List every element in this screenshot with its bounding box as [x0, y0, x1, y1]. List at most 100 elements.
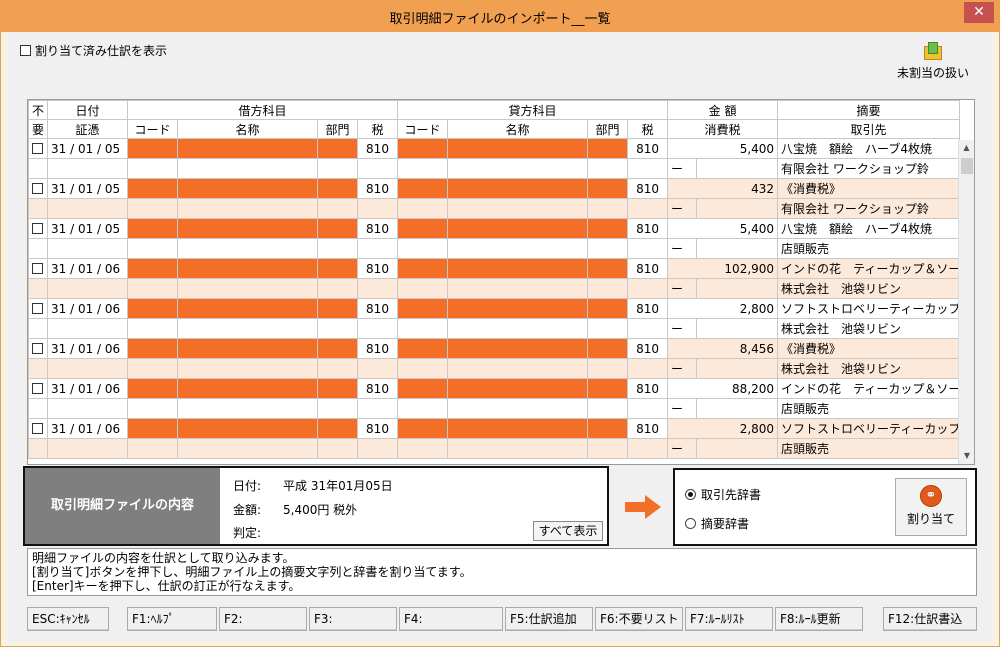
- checkbox-icon[interactable]: [32, 182, 43, 194]
- row-credit-code[interactable]: [397, 378, 449, 399]
- table-row[interactable]: 31 / 01 / 068108102,800ソフトストロベリーティーカップ＆ソ: [28, 298, 961, 319]
- row-debit-dept[interactable]: [317, 298, 358, 319]
- row-credit-name[interactable]: [447, 258, 589, 279]
- row-debit-dept[interactable]: [317, 258, 358, 279]
- f12-write-entries-button[interactable]: F12:仕訳書込: [883, 607, 977, 631]
- row-debit-code[interactable]: [127, 338, 178, 359]
- row-unnecessary-checkbox[interactable]: [28, 378, 48, 399]
- journal-grid[interactable]: 不 日付 借方科目 貸方科目 金 額 摘要 要 証憑 コード 名称 部門 税 コ…: [27, 99, 975, 465]
- checkbox-icon[interactable]: [32, 142, 43, 154]
- row-credit-name[interactable]: [447, 378, 589, 399]
- table-row[interactable]: 31 / 01 / 05 810 810 432 《消費税》: [28, 178, 961, 199]
- row-debit-name[interactable]: [177, 258, 318, 279]
- title-bar[interactable]: 取引明細ファイルのインポート__一覧 ✕: [1, 1, 999, 32]
- row-debit-dept[interactable]: [317, 338, 358, 359]
- checkbox-icon[interactable]: [32, 302, 43, 314]
- row-debit-dept[interactable]: [317, 178, 358, 199]
- row-debit-name[interactable]: [177, 298, 318, 319]
- table-row[interactable]: 31 / 01 / 05 810 810 5,400 八宝焼 額絵 ハーブ4枚焼: [28, 138, 961, 159]
- f4-button[interactable]: F4:: [399, 607, 503, 631]
- row-unnecessary-checkbox[interactable]: [28, 258, 48, 279]
- row-debit-name[interactable]: [177, 138, 318, 159]
- f8-rule-update-button[interactable]: F8:ﾙｰﾙ更新: [775, 607, 863, 631]
- scroll-thumb[interactable]: [961, 158, 973, 174]
- row-credit-code[interactable]: [397, 178, 449, 199]
- checkbox-icon[interactable]: [20, 45, 31, 56]
- row-credit-dept[interactable]: [587, 338, 629, 359]
- row-credit-code[interactable]: [397, 298, 449, 319]
- row-credit-dept[interactable]: [587, 418, 629, 439]
- row-credit-dept[interactable]: [587, 138, 629, 159]
- table-row[interactable]: 31 / 01 / 06 810 810 8,456 《消費税》: [28, 338, 961, 359]
- table-row-sub[interactable]: ー 株式会社 池袋リビン: [28, 318, 961, 339]
- row-debit-code[interactable]: [127, 418, 178, 439]
- row-debit-code[interactable]: [127, 178, 178, 199]
- row-credit-dept[interactable]: [587, 218, 629, 239]
- table-row[interactable]: 31 / 01 / 05 810 810 5,400 八宝焼 額絵 ハーブ4枚焼: [28, 218, 961, 239]
- table-row-sub[interactable]: ー 店頭販売: [28, 238, 961, 259]
- f7-rule-list-button[interactable]: F7:ﾙｰﾙﾘｽﾄ: [685, 607, 773, 631]
- row-debit-dept[interactable]: [317, 378, 358, 399]
- radio-selected-icon[interactable]: [685, 489, 696, 500]
- row-unnecessary-checkbox[interactable]: [28, 418, 48, 439]
- close-button[interactable]: ✕: [964, 2, 994, 23]
- summary-dict-radio[interactable]: 摘要辞書: [685, 515, 749, 532]
- table-row-sub[interactable]: ー 株式会社 池袋リビン: [28, 278, 961, 299]
- partner-dict-radio[interactable]: 取引先辞書: [685, 486, 761, 503]
- radio-unselected-icon[interactable]: [685, 518, 696, 529]
- row-debit-name[interactable]: [177, 418, 318, 439]
- checkbox-icon[interactable]: [32, 262, 43, 274]
- row-credit-dept[interactable]: [587, 378, 629, 399]
- row-unnecessary-checkbox[interactable]: [28, 178, 48, 199]
- row-unnecessary-checkbox[interactable]: [28, 138, 48, 159]
- row-unnecessary-checkbox[interactable]: [28, 218, 48, 239]
- f5-add-entry-button[interactable]: F5:仕訳追加: [505, 607, 593, 631]
- table-row-sub[interactable]: ー 株式会社 池袋リビン: [28, 358, 961, 379]
- checkbox-icon[interactable]: [32, 222, 43, 234]
- unassigned-handling-button[interactable]: 未割当の扱い: [888, 42, 978, 81]
- row-credit-code[interactable]: [397, 338, 449, 359]
- show-all-button[interactable]: すべて表示: [533, 521, 603, 541]
- row-credit-code[interactable]: [397, 258, 449, 279]
- row-credit-name[interactable]: [447, 298, 589, 319]
- checkbox-icon[interactable]: [32, 342, 43, 354]
- row-debit-name[interactable]: [177, 218, 318, 239]
- table-row-sub[interactable]: ー 有限会社 ワークショップ鈴: [28, 158, 961, 179]
- row-unnecessary-checkbox[interactable]: [28, 338, 48, 359]
- scroll-down-icon[interactable]: ▼: [959, 448, 974, 464]
- row-credit-name[interactable]: [447, 178, 589, 199]
- scroll-up-icon[interactable]: ▲: [959, 140, 974, 156]
- f3-button[interactable]: F3:: [309, 607, 397, 631]
- table-row-sub[interactable]: ー 有限会社 ワークショップ鈴: [28, 198, 961, 219]
- row-credit-code[interactable]: [397, 138, 449, 159]
- row-credit-name[interactable]: [447, 338, 589, 359]
- row-credit-code[interactable]: [397, 218, 449, 239]
- row-debit-code[interactable]: [127, 218, 178, 239]
- table-row[interactable]: 31 / 01 / 06 810 810 88,200 インドの花 ティーカップ＆ソーサ: [28, 378, 961, 399]
- row-debit-code[interactable]: [127, 298, 178, 319]
- row-credit-code[interactable]: [397, 418, 449, 439]
- row-debit-dept[interactable]: [317, 138, 358, 159]
- row-credit-name[interactable]: [447, 218, 589, 239]
- row-credit-name[interactable]: [447, 418, 589, 439]
- row-debit-code[interactable]: [127, 138, 178, 159]
- table-row[interactable]: 31 / 01 / 068108102,800ソフトストロベリーティーカップ＆ソ: [28, 418, 961, 439]
- row-debit-name[interactable]: [177, 378, 318, 399]
- show-assigned-checkbox[interactable]: 割り当て済み仕訳を表示: [20, 42, 167, 59]
- row-debit-name[interactable]: [177, 178, 318, 199]
- table-row-sub[interactable]: ー 店頭販売: [28, 438, 961, 459]
- f1-help-button[interactable]: F1:ﾍﾙﾌﾟ: [127, 607, 217, 631]
- row-unnecessary-checkbox[interactable]: [28, 298, 48, 319]
- checkbox-icon[interactable]: [32, 382, 43, 394]
- checkbox-icon[interactable]: [32, 422, 43, 434]
- table-row-sub[interactable]: ー 店頭販売: [28, 398, 961, 419]
- row-credit-dept[interactable]: [587, 258, 629, 279]
- row-debit-name[interactable]: [177, 338, 318, 359]
- row-debit-dept[interactable]: [317, 218, 358, 239]
- row-credit-dept[interactable]: [587, 178, 629, 199]
- table-row[interactable]: 31 / 01 / 06 810 810 102,900 インドの花 ティーカップ＆ソー…: [28, 258, 961, 279]
- row-debit-code[interactable]: [127, 258, 178, 279]
- row-credit-name[interactable]: [447, 138, 589, 159]
- f2-button[interactable]: F2:: [219, 607, 307, 631]
- row-credit-dept[interactable]: [587, 298, 629, 319]
